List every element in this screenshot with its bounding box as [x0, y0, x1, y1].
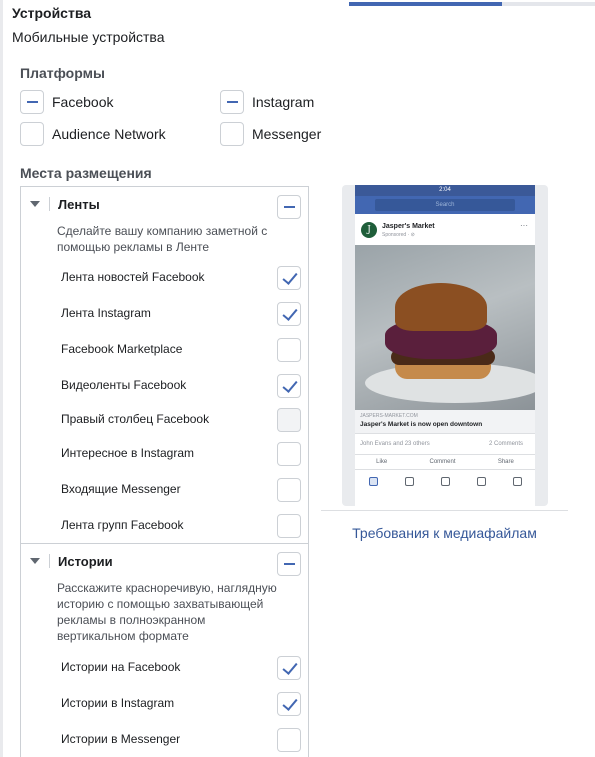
- separator: [49, 554, 50, 568]
- placement-checkbox[interactable]: [277, 514, 301, 538]
- group-header-stories[interactable]: Истории: [21, 544, 308, 580]
- more-options-icon: ···: [520, 221, 528, 230]
- comments-count: 2 Comments: [489, 441, 524, 447]
- placement-checkbox: [277, 408, 301, 432]
- phone-status-bar: 2:04: [355, 185, 535, 196]
- placement-checkbox[interactable]: [277, 442, 301, 466]
- progress-fill: [349, 2, 502, 6]
- placement-label: Интересное в Instagram: [61, 446, 195, 460]
- platform-checkbox[interactable]: [220, 122, 244, 146]
- platform-label: Messenger: [252, 126, 322, 142]
- separator: [49, 197, 50, 211]
- placement-checkbox[interactable]: [277, 374, 301, 398]
- ad-headline: Jasper's Market is now open downtown: [360, 421, 483, 428]
- phone-search-field: Search: [375, 199, 515, 211]
- marketplace-tab-icon: [440, 476, 450, 486]
- placement-checkbox[interactable]: [277, 692, 301, 716]
- collapse-triangle-icon[interactable]: [30, 201, 40, 207]
- sponsored-label: Sponsored · ⊘: [382, 232, 415, 238]
- placements-title: Места размещения: [20, 165, 152, 181]
- platform-facebook[interactable]: Facebook: [20, 90, 113, 114]
- placement-label: Правый столбец Facebook: [61, 412, 210, 426]
- phone-tab-bar: [355, 472, 535, 490]
- comment-action: Comment: [429, 459, 456, 465]
- notifications-tab-icon: [476, 476, 486, 486]
- devices-label: Устройства: [12, 5, 92, 21]
- placement-row[interactable]: Интересное в Instagram: [21, 442, 308, 466]
- placement-row[interactable]: Facebook Marketplace: [21, 338, 308, 362]
- platform-label: Facebook: [52, 94, 114, 110]
- placement-label: Facebook Marketplace: [61, 342, 183, 356]
- menu-tab-icon: [512, 476, 522, 486]
- placement-checkbox[interactable]: [277, 302, 301, 326]
- placement-label: Лента Instagram: [61, 306, 151, 320]
- platform-instagram[interactable]: Instagram: [220, 90, 314, 114]
- placement-checkbox[interactable]: [277, 478, 301, 502]
- ad-image-burger: [355, 245, 535, 410]
- group-toggle-checkbox[interactable]: [277, 195, 301, 219]
- placement-row[interactable]: Лента новостей Facebook: [21, 266, 308, 290]
- preview-divider: [321, 510, 568, 511]
- group-title: Истории: [58, 554, 113, 569]
- placement-checkbox[interactable]: [277, 656, 301, 680]
- news-feed-tab-icon: [368, 476, 378, 486]
- media-requirements-link[interactable]: Требования к медиафайлам: [321, 525, 568, 541]
- ad-preview: 2:04 Search J Jasper's Market Sponsored …: [342, 185, 548, 506]
- ad-url: JASPERS-MARKET.COM: [360, 413, 418, 419]
- placement-checkbox[interactable]: [277, 338, 301, 362]
- group-header-feeds[interactable]: Ленты: [21, 187, 308, 223]
- platform-checkbox[interactable]: [20, 122, 44, 146]
- placements-panel: Ленты Сделайте вашу компанию заметной с …: [20, 186, 309, 757]
- platform-label: Instagram: [252, 94, 315, 110]
- left-edge-rule: [0, 0, 3, 757]
- placement-row[interactable]: Входящие Messenger: [21, 478, 308, 502]
- watch-tab-icon: [404, 476, 414, 486]
- post-actions: Like Comment Share: [355, 454, 535, 470]
- like-action: Like: [376, 459, 388, 465]
- group-toggle-checkbox[interactable]: [277, 552, 301, 576]
- platform-checkbox[interactable]: [220, 90, 244, 114]
- platform-messenger[interactable]: Messenger: [220, 122, 321, 146]
- ad-post: J Jasper's Market Sponsored · ⊘ ··· JASP…: [355, 214, 535, 506]
- placement-label: Видеоленты Facebook: [61, 378, 187, 392]
- placement-label: Лента новостей Facebook: [61, 270, 205, 284]
- placement-row[interactable]: Лента групп Facebook: [21, 514, 308, 538]
- placement-row[interactable]: Истории в Instagram: [21, 692, 308, 716]
- advertiser-name: Jasper's Market: [382, 223, 435, 230]
- placement-row[interactable]: Истории на Facebook: [21, 656, 308, 680]
- group-title: Ленты: [58, 197, 100, 212]
- platforms-title: Платформы: [20, 65, 105, 81]
- devices-value: Мобильные устройства: [12, 29, 165, 45]
- placement-label: Истории на Facebook: [61, 660, 181, 674]
- placement-checkbox[interactable]: [277, 728, 301, 752]
- platform-label: Audience Network: [52, 126, 166, 142]
- placement-row[interactable]: Лента Instagram: [21, 302, 308, 326]
- placement-row[interactable]: Видеоленты Facebook: [21, 374, 308, 398]
- reactions-summary: John Evans and 23 others: [360, 441, 430, 447]
- bun-top-shape: [395, 283, 487, 331]
- placement-label: Лента групп Facebook: [61, 518, 184, 532]
- collapse-triangle-icon[interactable]: [30, 558, 40, 564]
- placement-label: Истории в Instagram: [61, 696, 175, 710]
- placement-label: Входящие Messenger: [61, 482, 181, 496]
- advertiser-logo-icon: J: [361, 222, 377, 238]
- ad-link-bar: JASPERS-MARKET.COM Jasper's Market is no…: [355, 410, 535, 434]
- placement-checkbox[interactable]: [277, 266, 301, 290]
- platform-audience-network[interactable]: Audience Network: [20, 122, 166, 146]
- placement-label: Истории в Messenger: [61, 732, 181, 746]
- progress-bar: [349, 2, 595, 6]
- placement-row[interactable]: Истории в Messenger: [21, 728, 308, 752]
- share-action: Share: [497, 459, 514, 465]
- placement-row: Правый столбец Facebook: [21, 408, 308, 432]
- group-description: Расскажите красноречивую, наглядную исто…: [57, 581, 277, 643]
- group-description: Сделайте вашу компанию заметной с помощь…: [57, 224, 268, 254]
- platform-checkbox[interactable]: [20, 90, 44, 114]
